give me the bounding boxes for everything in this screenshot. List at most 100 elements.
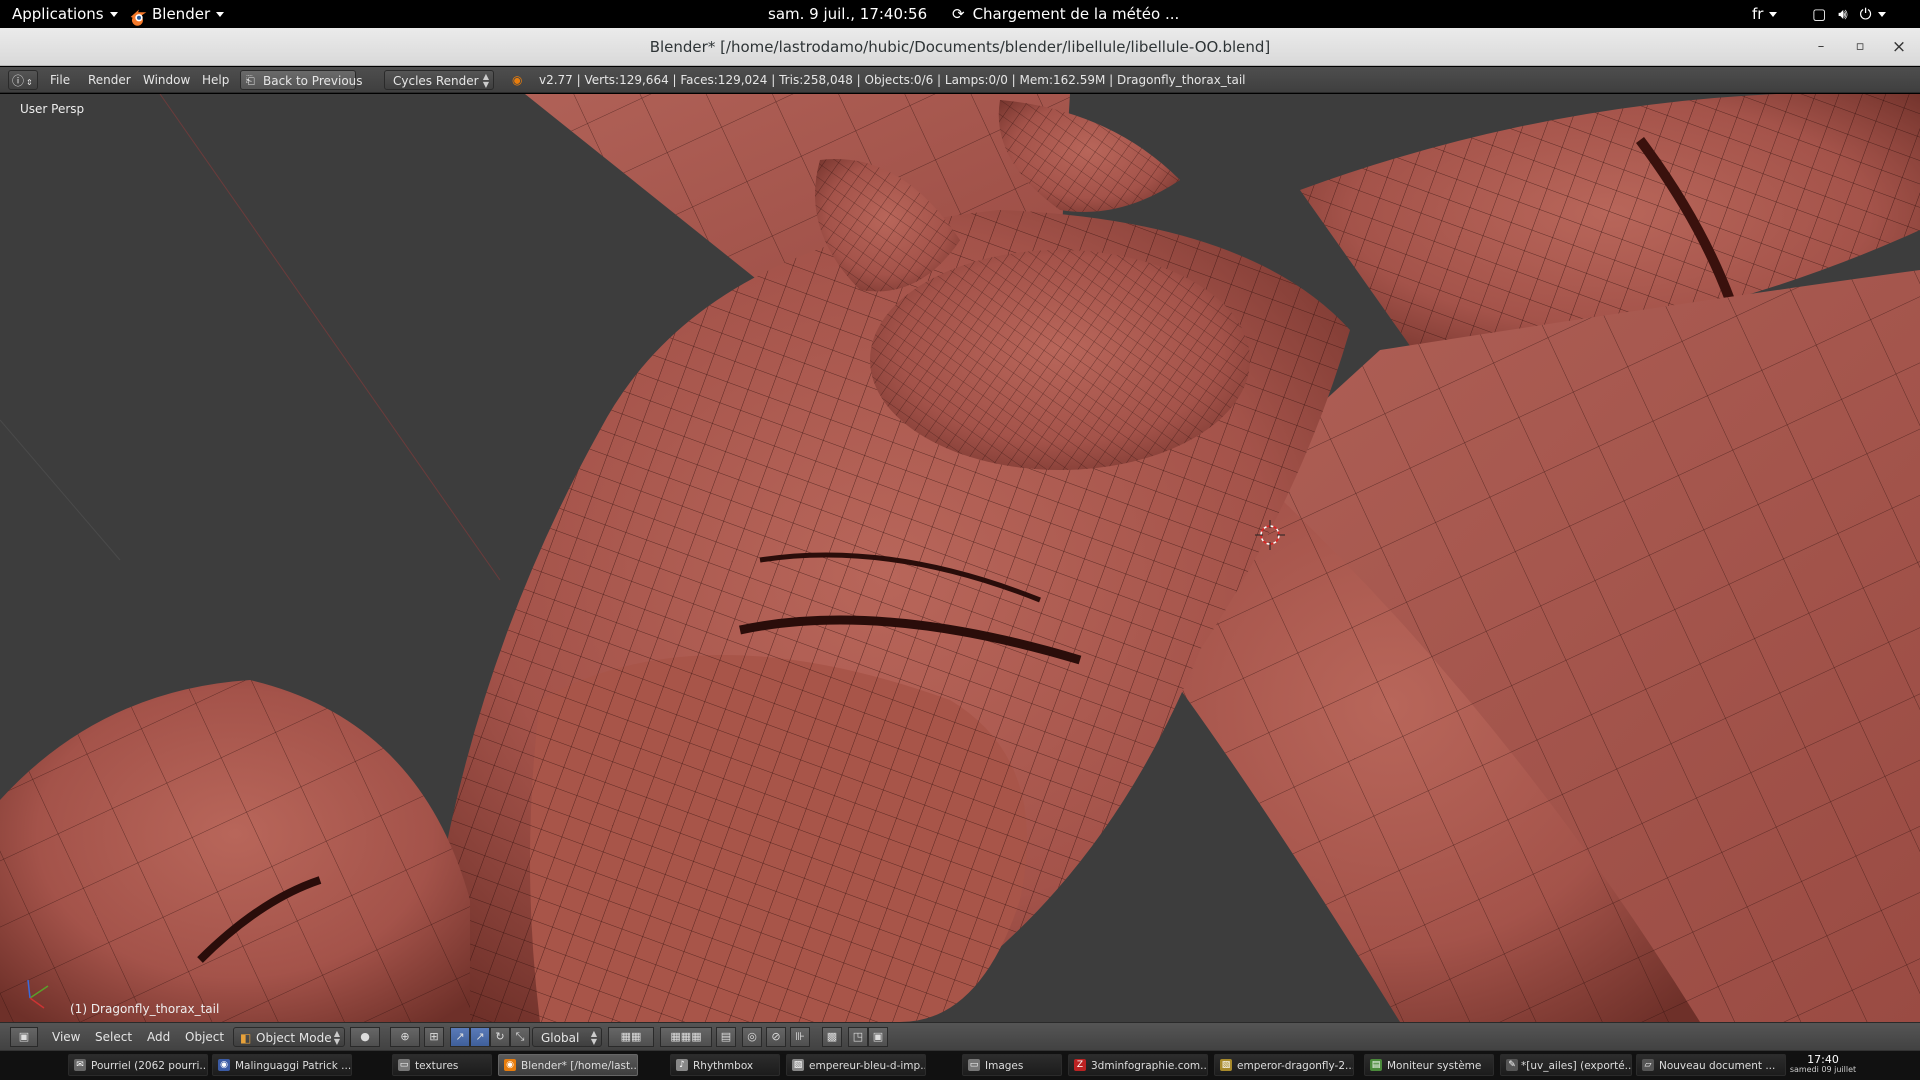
gimp-icon: ✎ <box>1506 1059 1518 1071</box>
updown-icon: ▲ ▼ <box>333 1029 340 1046</box>
image-icon: ▧ <box>1220 1059 1232 1071</box>
applications-menu[interactable]: Applications <box>12 0 118 28</box>
transform-orientation-dropdown[interactable]: Global ▲ ▼ <box>532 1027 602 1047</box>
pivot-icon: ⊕ <box>400 1030 410 1043</box>
layer-lock-button[interactable]: ▤ <box>716 1027 736 1047</box>
render-engine-dropdown[interactable]: Cycles Render ▲ ▼ <box>384 70 494 90</box>
minimize-button[interactable]: – <box>1810 36 1832 58</box>
menu-select[interactable]: Select <box>95 1027 132 1047</box>
opengl-render-image-button[interactable]: ▩ <box>822 1027 842 1047</box>
taskbar-item-mail[interactable]: ✉ Pourriel (2062 pourri... <box>68 1054 208 1076</box>
rotate-manipulator-button[interactable]: ↻ <box>490 1027 510 1047</box>
clapperboard-icon: ▣ <box>872 1030 884 1043</box>
move-manipulator-button[interactable]: ↗ <box>470 1027 490 1047</box>
taskbar-label: Images <box>985 1060 1024 1072</box>
active-object-label: (1) Dragonfly_thorax_tail <box>70 1002 220 1016</box>
volume-icon: 🔊︎ <box>1838 5 1848 23</box>
3d-view-header: ▣ View Select Add Object ◧ Object Mode ▲ ▼ … <box>0 1022 1920 1050</box>
taskbar-item-system-monitor[interactable]: ▤ Moniteur système <box>1364 1054 1494 1076</box>
back-icon: ⎗ <box>246 74 255 87</box>
blender-icon: ◉ <box>504 1059 516 1071</box>
clapperboard-button[interactable]: ▣ <box>868 1027 888 1047</box>
system-tray[interactable]: ▢ 🔊︎ ⏻ <box>1812 0 1886 28</box>
taskbar-item-browser[interactable]: ◉ Malinguaggi Patrick ... <box>212 1054 352 1076</box>
scale-manipulator-button[interactable]: ⤡ <box>510 1027 530 1047</box>
snap-increment-icon: ⊪ <box>795 1030 805 1043</box>
folder-icon: ▭ <box>398 1059 410 1071</box>
taskbar-label: Moniteur système <box>1387 1060 1482 1072</box>
menu-help[interactable]: Help <box>202 70 229 90</box>
3d-view-icon: ▣ <box>18 1030 30 1043</box>
proportional-edit-button[interactable]: ◎ <box>742 1027 762 1047</box>
viewport-shading-dropdown[interactable]: ● <box>350 1027 380 1047</box>
manipulator-icon: ⊞ <box>429 1030 439 1043</box>
mode-dropdown[interactable]: ◧ Object Mode ▲ ▼ <box>233 1027 345 1047</box>
magnet-icon: ⊘ <box>771 1030 781 1043</box>
menu-render[interactable]: Render <box>88 70 131 90</box>
taskbar-label: Malinguaggi Patrick ... <box>235 1060 352 1072</box>
mode-label: Object Mode <box>256 1031 332 1045</box>
refresh-icon: ⟳ <box>952 5 965 23</box>
taskbar-item-image-viewer[interactable]: ▧ empereur-bleu-d-imp... <box>786 1054 926 1076</box>
folder-icon: ▭ <box>968 1059 980 1071</box>
layers-row-1[interactable]: ▦▦ <box>608 1027 654 1047</box>
menu-add[interactable]: Add <box>147 1027 170 1047</box>
taskbar-label: Blender* [/home/last... <box>521 1060 638 1072</box>
taskbar-label: Pourriel (2062 pourri... <box>91 1060 208 1072</box>
window-titlebar: Blender* [/home/lastrodamo/hubic/Documen… <box>0 28 1920 66</box>
updown-icon: ▲ ▼ <box>590 1029 597 1046</box>
gnome-top-bar: Applications Blender sam. 9 juil., 17:40… <box>0 0 1920 28</box>
menu-window[interactable]: Window <box>143 70 190 90</box>
taskbar-label: empereur-bleu-d-imp... <box>809 1060 926 1072</box>
dragonfly-mesh-render[interactable] <box>0 94 1920 1022</box>
weather-indicator[interactable]: ⟳ Chargement de la météo ... <box>952 0 1179 28</box>
opengl-render-animation-button[interactable]: ◳ <box>848 1027 868 1047</box>
layer-grid-icon: ▦▦ <box>620 1030 642 1043</box>
taskbar-label: Rhythmbox <box>693 1060 754 1072</box>
taskbar-item-images[interactable]: ▭ Images <box>962 1054 1062 1076</box>
menu-object[interactable]: Object <box>185 1027 224 1047</box>
lock-icon: ▤ <box>720 1030 732 1043</box>
language-label: fr <box>1752 5 1764 23</box>
taskbar-item-rhythmbox[interactable]: ♪ Rhythmbox <box>670 1054 780 1076</box>
maximize-button[interactable]: ▫ <box>1849 36 1871 58</box>
taskbar-clock[interactable]: 17:40 samedi 09 juillet <box>1786 1054 1860 1078</box>
render-icon: ◳ <box>852 1030 864 1043</box>
snap-element-dropdown[interactable]: ⊪ <box>790 1027 810 1047</box>
taskbar-item-dragonfly-image[interactable]: ▧ emperor-dragonfly-2... <box>1214 1054 1354 1076</box>
3d-viewport[interactable]: User Persp (1) Dragonfly_thorax_tail <box>0 94 1920 1022</box>
window-icon: ▢ <box>1812 5 1827 23</box>
close-button[interactable]: × <box>1888 36 1910 58</box>
chevron-down-icon <box>1769 12 1778 17</box>
layers-row-2[interactable]: ▦▦▦ <box>660 1027 712 1047</box>
taskbar-item-filezilla[interactable]: Z 3dminfographie.com... <box>1068 1054 1208 1076</box>
menu-view[interactable]: View <box>52 1027 80 1047</box>
taskbar-item-blender[interactable]: ◉ Blender* [/home/last... <box>498 1054 638 1076</box>
back-to-previous-button[interactable]: ⎗ Back to Previous <box>240 70 363 90</box>
language-indicator[interactable]: fr <box>1752 0 1778 28</box>
manipulator-toggle[interactable]: ⊞ <box>424 1027 444 1047</box>
taskbar-label: emperor-dragonfly-2... <box>1237 1060 1354 1072</box>
taskbar-item-gimp[interactable]: ✎ *[uv_ailes] (exporté... <box>1500 1054 1632 1076</box>
menu-file[interactable]: File <box>50 70 70 90</box>
taskbar-item-textures[interactable]: ▭ textures <box>392 1054 492 1076</box>
translate-manipulator-button[interactable]: ↗ <box>450 1027 470 1047</box>
app-menu[interactable]: Blender <box>128 0 225 28</box>
back-to-previous-label: Back to Previous <box>263 74 363 88</box>
pivot-point-dropdown[interactable]: ⊕ <box>390 1027 420 1047</box>
weather-label: Chargement de la météo ... <box>972 5 1180 23</box>
filezilla-icon: Z <box>1074 1059 1086 1071</box>
clock[interactable]: sam. 9 juil., 17:40:56 <box>768 0 927 28</box>
rotate-icon: ↻ <box>495 1030 505 1043</box>
editor-type-selector[interactable]: ⓘ ⇕ <box>8 70 38 90</box>
snap-toggle[interactable]: ⊘ <box>766 1027 786 1047</box>
editor-type-selector[interactable]: ▣ <box>10 1027 38 1047</box>
layer-grid-icon: ▦▦▦ <box>670 1030 702 1043</box>
scale-icon: ⤡ <box>515 1030 525 1043</box>
updown-icon: ▲ ▼ <box>482 72 489 89</box>
image-icon: ▧ <box>792 1059 804 1071</box>
cube-icon: ◧ <box>240 1031 252 1045</box>
window-title: Blender* [/home/lastrodamo/hubic/Documen… <box>649 38 1271 56</box>
monitor-icon: ▤ <box>1370 1059 1382 1071</box>
taskbar-item-text-editor[interactable]: ▱ Nouveau document ... <box>1636 1054 1786 1076</box>
